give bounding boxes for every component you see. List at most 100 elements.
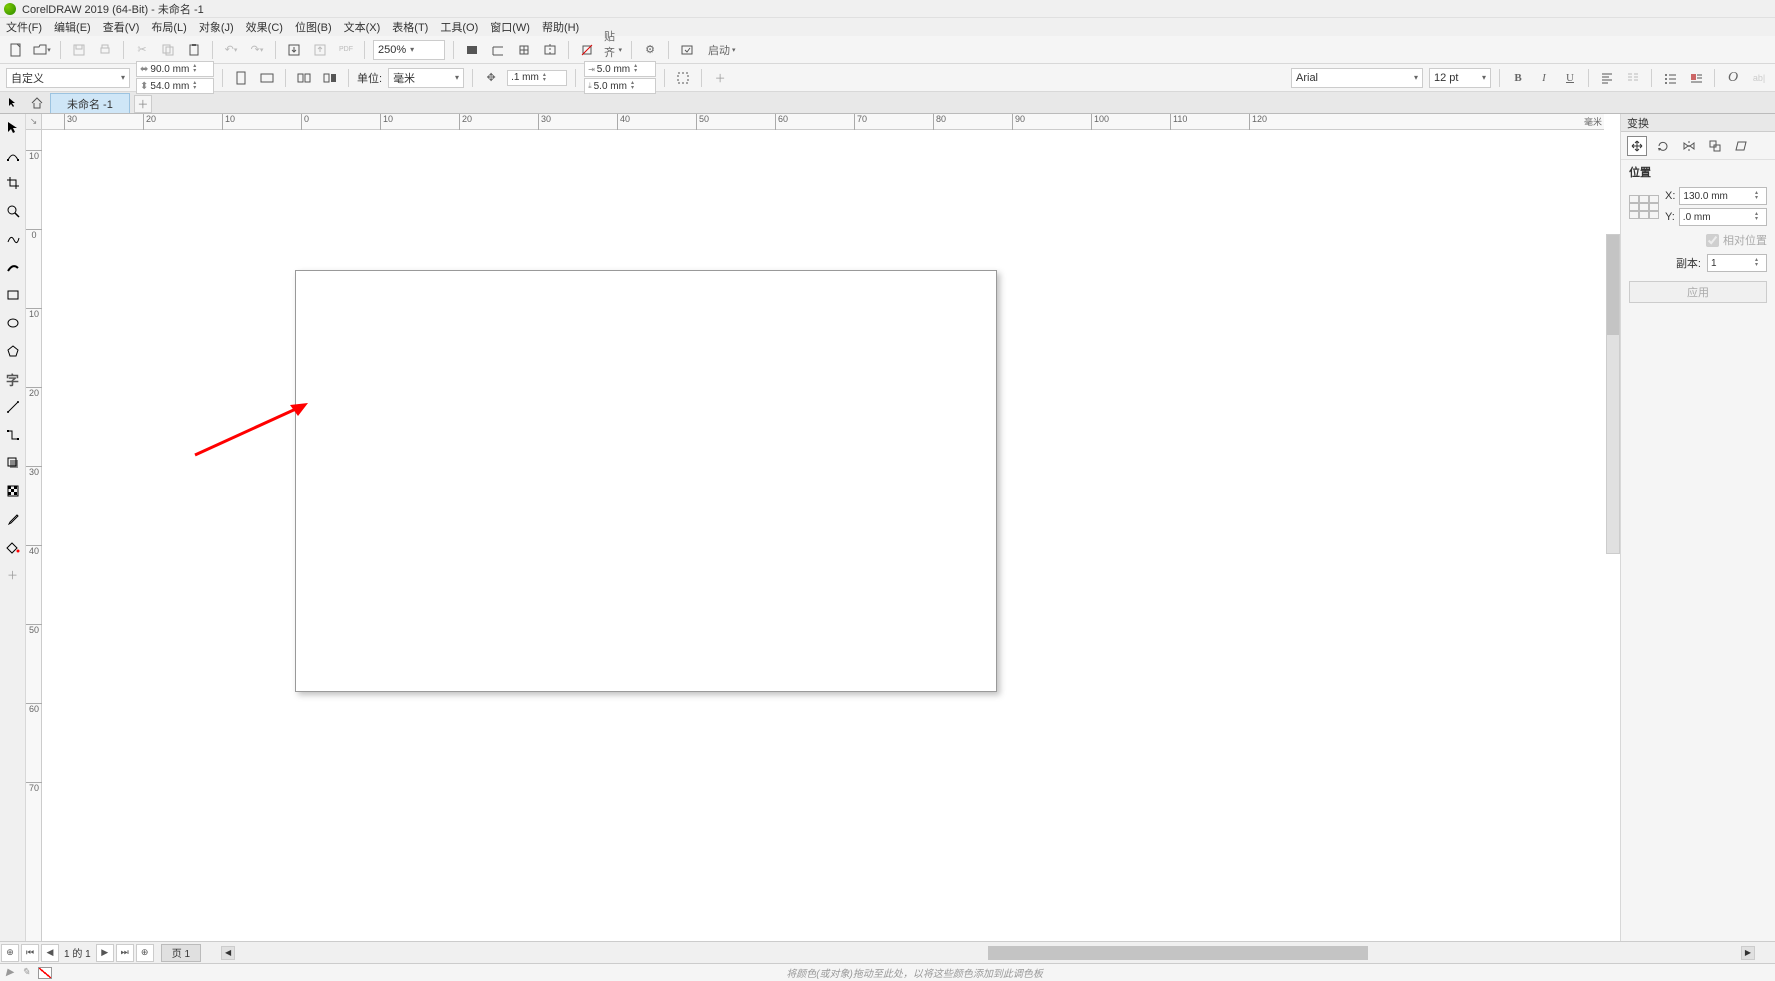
zoom-combo[interactable]: 250%▾	[373, 40, 445, 60]
fullscreen-button[interactable]	[462, 40, 482, 60]
add-page-button[interactable]: ⊕	[1, 944, 19, 962]
last-page-button[interactable]: ⏭	[116, 944, 134, 962]
launch-button[interactable]: 启动▾	[703, 40, 741, 60]
menu-view[interactable]: 查看(V)	[103, 19, 140, 35]
add-tool-button[interactable]: ＋	[2, 564, 24, 586]
all-pages-button[interactable]	[294, 68, 314, 88]
doc-tab-1[interactable]: 未命名 -1	[50, 93, 130, 113]
columns-button[interactable]	[1623, 68, 1643, 88]
artistic-media-tool[interactable]	[2, 256, 24, 278]
vertical-scrollbar[interactable]	[1606, 234, 1620, 554]
page-1[interactable]	[295, 270, 997, 692]
fill-tool[interactable]	[2, 536, 24, 558]
prev-page-button[interactable]: ◀	[41, 944, 59, 962]
options-button[interactable]: ⚙	[640, 40, 660, 60]
menu-tools[interactable]: 工具(O)	[440, 19, 478, 35]
menu-window[interactable]: 窗口(W)	[490, 19, 530, 35]
snap-off-button[interactable]	[577, 40, 597, 60]
save-button[interactable]	[69, 40, 89, 60]
eyedropper-tool[interactable]	[2, 508, 24, 530]
font-size-combo[interactable]: 12 pt▾	[1429, 68, 1491, 88]
x-field[interactable]: 130.0 mm▴▾	[1679, 187, 1767, 205]
position-tab[interactable]	[1627, 136, 1647, 156]
ruler-vertical[interactable]: 10010203040506070	[26, 130, 42, 941]
connector-tool[interactable]	[2, 424, 24, 446]
drop-shadow-tool[interactable]	[2, 452, 24, 474]
export-button[interactable]	[310, 40, 330, 60]
horizontal-scrollbar[interactable]: ◀ ▶	[221, 946, 1755, 960]
rectangle-tool[interactable]	[2, 284, 24, 306]
zoom-tool[interactable]	[2, 200, 24, 222]
copy-button[interactable]	[158, 40, 178, 60]
show-grid-button[interactable]	[514, 40, 534, 60]
next-page-button[interactable]: ▶	[96, 944, 114, 962]
text-properties-button[interactable]: O	[1723, 68, 1743, 88]
italic-button[interactable]: I	[1534, 68, 1554, 88]
page-width-field[interactable]: ⬌90.0 mm▴▾	[136, 61, 214, 77]
portrait-button[interactable]	[231, 68, 251, 88]
skew-tab[interactable]	[1731, 136, 1751, 156]
page-preset-combo[interactable]: 自定义▾	[6, 68, 130, 88]
menu-file[interactable]: 文件(F)	[6, 19, 42, 35]
fill-swatch[interactable]	[38, 967, 52, 979]
undo-button[interactable]: ↶▾	[221, 40, 241, 60]
relative-checkbox[interactable]: 相对位置	[1706, 232, 1767, 248]
print-button[interactable]	[95, 40, 115, 60]
menu-object[interactable]: 对象(J)	[199, 19, 234, 35]
menu-edit[interactable]: 编辑(E)	[54, 19, 91, 35]
menu-bitmap[interactable]: 位图(B)	[295, 19, 332, 35]
page-height-field[interactable]: ⬍54.0 mm▴▾	[136, 78, 214, 94]
ellipse-tool[interactable]	[2, 312, 24, 334]
dup-y-field[interactable]: ⤓5.0 mm▴▾	[584, 78, 656, 94]
pick-tool[interactable]	[2, 116, 24, 138]
add-preset-button[interactable]: ＋	[710, 68, 730, 88]
snap-to-button[interactable]: 贴齐(I)▾	[603, 40, 623, 60]
parallel-dim-tool[interactable]	[2, 396, 24, 418]
transparency-tool[interactable]	[2, 480, 24, 502]
nudge-field[interactable]: .1 mm▴▾	[507, 70, 567, 86]
menu-layout[interactable]: 布局(L)	[151, 19, 186, 35]
polygon-tool[interactable]	[2, 340, 24, 362]
apply-button[interactable]: 应用	[1629, 281, 1767, 303]
shape-tool[interactable]	[2, 144, 24, 166]
mirror-tab[interactable]	[1679, 136, 1699, 156]
size-tab[interactable]	[1705, 136, 1725, 156]
dropcap-button[interactable]	[1686, 68, 1706, 88]
canvas-area[interactable]	[42, 130, 1604, 941]
add-tab-button[interactable]: ＋	[134, 95, 152, 113]
treat-as-filled-button[interactable]	[673, 68, 693, 88]
landscape-button[interactable]	[257, 68, 277, 88]
ruler-origin[interactable]: ↘	[26, 114, 42, 130]
launch-icon[interactable]	[677, 40, 697, 60]
open-button[interactable]: ▾	[32, 40, 52, 60]
bold-button[interactable]: B	[1508, 68, 1528, 88]
crop-tool[interactable]	[2, 172, 24, 194]
bullets-button[interactable]	[1660, 68, 1680, 88]
menu-effects[interactable]: 效果(C)	[246, 19, 283, 35]
ruler-horizontal[interactable]: 毫米 3020100102030405060708090100110120	[42, 114, 1604, 130]
unit-combo[interactable]: 毫米▾	[388, 68, 464, 88]
add-page-after-button[interactable]: ⊕	[136, 944, 154, 962]
paste-button[interactable]	[184, 40, 204, 60]
edit-text-button[interactable]: ab|	[1749, 68, 1769, 88]
anchor-grid[interactable]	[1629, 195, 1659, 219]
home-tab[interactable]	[26, 93, 48, 113]
menu-table[interactable]: 表格(T)	[392, 19, 428, 35]
cut-button[interactable]: ✂	[132, 40, 152, 60]
first-page-button[interactable]: ⏮	[21, 944, 39, 962]
underline-button[interactable]: U	[1560, 68, 1580, 88]
menu-help[interactable]: 帮助(H)	[542, 19, 579, 35]
redo-button[interactable]: ↷▾	[247, 40, 267, 60]
new-doc-button[interactable]	[6, 40, 26, 60]
canvas-viewport[interactable]: ↘ 毫米 3020100102030405060708090100110120 …	[26, 114, 1620, 941]
freehand-tool[interactable]	[2, 228, 24, 250]
menu-text[interactable]: 文本(X)	[344, 19, 381, 35]
page-tab-1[interactable]: 页 1	[161, 944, 201, 962]
align-button[interactable]	[1597, 68, 1617, 88]
rotate-tab[interactable]	[1653, 136, 1673, 156]
publish-pdf-button[interactable]: PDF	[336, 40, 356, 60]
copies-field[interactable]: 1▴▾	[1707, 254, 1767, 272]
y-field[interactable]: .0 mm▴▾	[1679, 208, 1767, 226]
dup-x-field[interactable]: ⇥5.0 mm▴▾	[584, 61, 656, 77]
docker-title[interactable]: 变换	[1621, 114, 1775, 132]
